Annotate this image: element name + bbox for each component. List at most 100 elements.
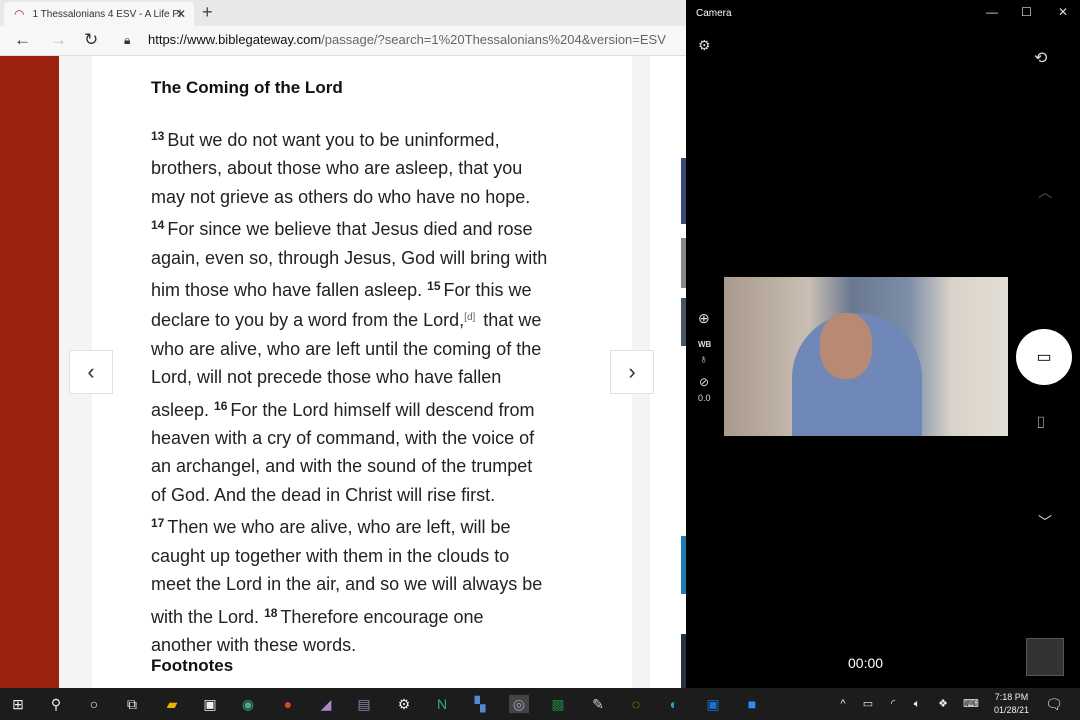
camera-preview [724,277,1008,436]
settings-icon[interactable]: ⚙ [394,695,414,713]
notifications-icon[interactable]: 🗨︎ [1044,695,1064,713]
verse-text: of God. And the dead in Christ will rise… [151,484,496,505]
previous-chapter-button[interactable]: ‹ [69,350,113,394]
browser-tab[interactable]: ◠ 1 Thessalonians 4 ESV - A Life Pl ✕ [4,2,194,26]
powerpoint-icon[interactable]: ● [278,695,298,713]
excel-icon[interactable]: ▩ [548,695,568,713]
back-button[interactable]: ← [14,30,31,50]
search-icon[interactable]: ⚲ [46,695,66,713]
file-explorer-icon[interactable]: ▰ [162,695,182,713]
left-accent-bar [0,56,59,688]
edge-icon[interactable]: ◐ [664,695,684,713]
verse-text: who are alive, who are left until the co… [151,338,542,359]
gallery-thumbnail[interactable] [1026,638,1064,676]
biblegateway-favicon-icon: ◠ [14,7,25,21]
verse-number: 13 [151,129,165,143]
clock[interactable]: 7:18 PM 01/28/21 [994,691,1029,717]
passage-line: declare to you by a word from the Lord,[… [151,304,547,334]
close-tab-icon[interactable]: ✕ [176,7,186,21]
verse-text: another with these words. [151,634,357,655]
verse-number: 14 [151,218,165,233]
passage-line: 17 Then we who are alive, who are left, w… [151,509,547,541]
new-tab-button[interactable]: + [202,2,213,23]
passage-line: meet the Lord in the air, and so we will… [151,570,547,598]
verse-text: Therefore encourage one [280,606,484,627]
passage-line: 13 But we do not want you to be uninforme… [151,122,547,154]
wifi-icon[interactable]: ◜ [883,695,903,713]
tab-title: 1 Thessalonians 4 ESV - A Life Pl [32,8,182,20]
store-icon[interactable]: ▣ [200,695,220,713]
url-path: /passage/?search=1%20Thessalonians%204&v… [321,32,666,47]
keyboard-icon[interactable]: ⌨ [961,695,981,713]
verse-text: heaven with a cry of command, with the v… [151,428,535,449]
verse-number: 18 [264,605,278,620]
close-button[interactable]: ✕ [1058,5,1068,19]
footnote-link[interactable]: [d] [464,312,475,323]
chevron-down-icon[interactable]: ﹀ [1038,512,1052,532]
verse-text: Lord, will not precede those who have fa… [151,367,502,388]
record-video-button[interactable]: ▭ [1016,329,1072,385]
cortana-icon[interactable]: ○ [84,695,104,713]
verse-text: caught up together with them in the clou… [151,545,510,566]
passage-line: 14 For since we believe that Jesus died a… [151,211,547,243]
browser-window: ◠ 1 Thessalonians 4 ESV - A Life Pl ✕ + … [0,0,686,688]
chevron-up-icon[interactable]: ︿ [1038,182,1052,202]
maximize-button[interactable]: ☐ [1021,5,1032,19]
page-content: The Coming of the Lord 13 But we do not w… [0,56,686,688]
passage-line: again, even so, through Jesus, God will … [151,244,547,272]
refresh-button[interactable]: ↻ [84,30,98,50]
task-view-icon[interactable]: ⧉ [122,695,142,713]
passage-line: heaven with a cry of command, with the v… [151,424,547,452]
address-bar-row: ← → ↻ 🔒︎ https://www.biblegateway.com/pa… [0,26,686,56]
app-icon[interactable]: ◌ [626,695,646,713]
app-icon[interactable]: ◢ [316,695,336,713]
verse-text: meet the Lord in the air, and so we will… [151,574,543,595]
forward-button[interactable]: → [50,30,67,50]
exposure-value: 0.0 [698,393,711,403]
minimize-button[interactable]: — [986,5,998,19]
recording-timer: 00:00 [848,655,884,671]
tab-bar: ◠ 1 Thessalonians 4 ESV - A Life Pl ✕ + [0,0,686,26]
verse-text: that we [478,310,542,331]
verse-text: may not grieve as others do who have no … [151,186,531,207]
camera-title: Camera [696,8,732,19]
verse-number: 16 [214,398,228,413]
photo-mode-icon[interactable]: ⌷ [1036,415,1046,433]
verse-text: asleep. [151,399,215,420]
settings-gear-icon[interactable]: ⚙ [698,37,711,54]
next-chapter-button[interactable]: › [610,350,654,394]
taskbar: ⊞ ⚲ ○ ⧉ ▰ ▣ ◉ ● ◢ ▤ ⚙ N ▚ ◎ ▩ ✎ ◌ ◐ ▣ ■ … [0,688,1080,720]
passage-line: may not grieve as others do who have no … [151,183,547,211]
zoom-in-icon[interactable]: ⊕ [698,310,710,327]
volume-icon[interactable]: 🔈︎ [907,695,927,713]
url-field[interactable]: https://www.biblegateway.com/passage/?se… [148,32,666,47]
camera-app-icon[interactable]: ◎ [509,695,529,713]
dropbox-icon[interactable]: ❖ [933,695,953,713]
passage-line: of God. And the dead in Christ will rise… [151,481,547,509]
camera-app: Camera — ☐ ✕ ⚙ ⟲ ︿ ⊕ WB ♁ ⊘ 0.0 ▭ ⌷ ﹀ 00… [686,0,1080,688]
windows-start-icon[interactable]: ⊞ [8,695,28,713]
verse-text: an archangel, and with the sound of the … [151,456,533,477]
passage-text: 13 But we do not want you to be uninforme… [151,122,547,659]
passage-line: with the Lord. 18 Therefore encourage one [151,599,547,631]
switch-camera-icon[interactable]: ⟲ [1034,48,1047,68]
url-domain: https://www.biblegateway.com [148,32,322,47]
nx-icon[interactable]: N [432,695,452,713]
verse-text: For the Lord himself will descend from [230,399,535,420]
browser-app-icon[interactable]: ◉ [238,695,258,713]
outlook-icon[interactable]: ▣ [703,695,723,713]
verse-number: 15 [427,279,441,294]
app-icon[interactable]: ▤ [354,695,374,713]
verse-text: with the Lord. [151,606,265,627]
show-hidden-icons[interactable]: ^ [833,695,853,713]
white-balance-label[interactable]: WB [698,340,711,349]
lightbulb-icon[interactable]: ♁ [699,352,708,366]
battery-icon[interactable]: ▭ [858,695,878,713]
app-icon[interactable]: ▚ [470,695,490,713]
exposure-icon[interactable]: ⊘ [699,375,709,389]
paint-icon[interactable]: ✎ [588,695,608,713]
verse-text: For since we believe that Jesus died and… [167,219,533,240]
zoom-icon[interactable]: ■ [742,695,762,713]
person-head [820,313,872,379]
footnotes-heading: Footnotes [151,656,234,675]
